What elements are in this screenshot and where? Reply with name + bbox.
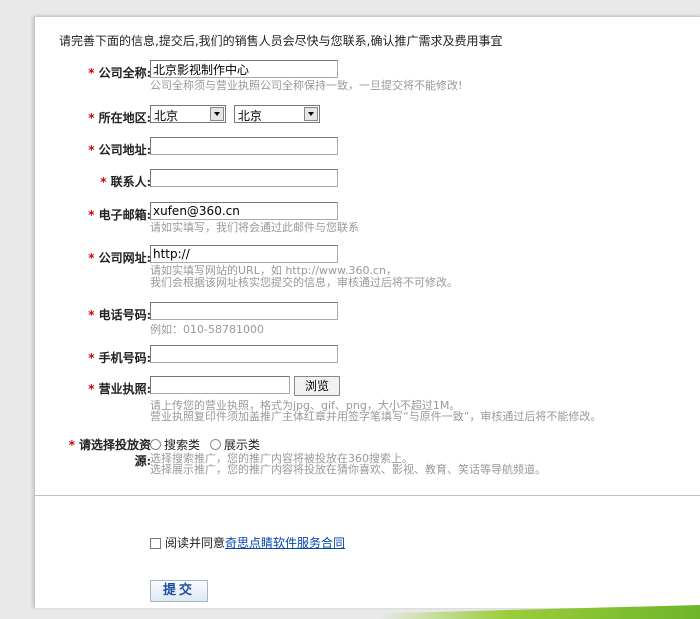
required-mark: * bbox=[88, 208, 95, 222]
address-input[interactable] bbox=[150, 137, 338, 155]
required-mark: * bbox=[88, 251, 95, 265]
website-input[interactable] bbox=[150, 245, 338, 263]
resource-label-line2: 源: bbox=[134, 454, 151, 468]
company-name-hint: 公司全称须与营业执照公司全称保持一致，一旦提交将不能修改! bbox=[150, 79, 463, 92]
resource-label-line1: 请选择投放资 bbox=[78, 438, 151, 452]
city-select[interactable]: 北京 bbox=[233, 105, 320, 123]
mobile-input[interactable] bbox=[150, 345, 338, 363]
city-value: 北京 bbox=[237, 109, 262, 123]
form-intro: 请完善下面的信息,提交后,我们的销售人员会尽快与您联系,确认推广需求及费用事宜 bbox=[59, 34, 503, 48]
required-mark: * bbox=[88, 382, 95, 396]
chevron-down-icon[interactable] bbox=[210, 107, 224, 121]
region-label: 所在地区: bbox=[98, 111, 151, 125]
license-hint-2: 营业执照复印件须加盖推广主体红章并用签字笔填写“与原件一致”，审核通过后将不能修… bbox=[150, 410, 602, 423]
phone-label: 电话号码: bbox=[98, 308, 151, 322]
address-label: 公司地址: bbox=[98, 143, 151, 157]
section-divider bbox=[35, 495, 700, 496]
browse-button[interactable]: 浏览 bbox=[294, 376, 341, 396]
province-select[interactable]: 北京 bbox=[150, 105, 226, 123]
required-mark: * bbox=[88, 111, 95, 125]
email-input[interactable] bbox=[150, 202, 338, 220]
required-mark: * bbox=[100, 175, 107, 189]
agree-checkbox[interactable] bbox=[150, 538, 161, 549]
required-mark: * bbox=[68, 438, 75, 452]
agreement-row: 阅读并同意奇思点睛软件服务合同 bbox=[150, 534, 345, 551]
company-name-label: 公司全称: bbox=[98, 66, 151, 80]
service-contract-link[interactable]: 奇思点睛软件服务合同 bbox=[225, 536, 345, 550]
license-label: 营业执照: bbox=[98, 382, 151, 396]
required-mark: * bbox=[88, 143, 95, 157]
required-mark: * bbox=[88, 351, 95, 365]
radio-search[interactable] bbox=[150, 439, 161, 450]
phone-hint: 例如：010-58781000 bbox=[150, 323, 264, 336]
contact-input[interactable] bbox=[150, 169, 338, 187]
email-hint: 请如实填写，我们将会通过此邮件与您联系 bbox=[150, 221, 359, 234]
registration-form-panel: 请完善下面的信息,提交后,我们的销售人员会尽快与您联系,确认推广需求及费用事宜 … bbox=[34, 16, 700, 608]
agreement-prefix: 阅读并同意 bbox=[165, 536, 226, 550]
license-file-input[interactable] bbox=[150, 376, 290, 394]
email-label: 电子邮箱: bbox=[98, 208, 151, 222]
resource-hint-2: 选择展示推广，您的推广内容将投放在猜你喜欢、影视、教育、笑话等导航频道。 bbox=[150, 463, 546, 476]
chevron-down-icon[interactable] bbox=[303, 107, 318, 121]
radio-display-label[interactable]: 展示类 bbox=[224, 438, 260, 452]
province-value: 北京 bbox=[154, 109, 179, 123]
required-mark: * bbox=[88, 308, 95, 322]
submit-button[interactable]: 提交 bbox=[150, 580, 208, 602]
contact-label: 联系人: bbox=[110, 175, 151, 189]
company-name-input[interactable] bbox=[150, 60, 338, 78]
radio-display[interactable] bbox=[209, 439, 221, 450]
radio-search-label[interactable]: 搜索类 bbox=[164, 438, 200, 452]
mobile-label: 手机号码: bbox=[98, 351, 151, 365]
website-hint-2: 我们会根据该网址核实您提交的信息，审核通过后将不可修改。 bbox=[150, 276, 458, 289]
required-mark: * bbox=[88, 66, 95, 80]
website-label: 公司网址: bbox=[98, 251, 151, 265]
phone-input[interactable] bbox=[150, 302, 338, 320]
